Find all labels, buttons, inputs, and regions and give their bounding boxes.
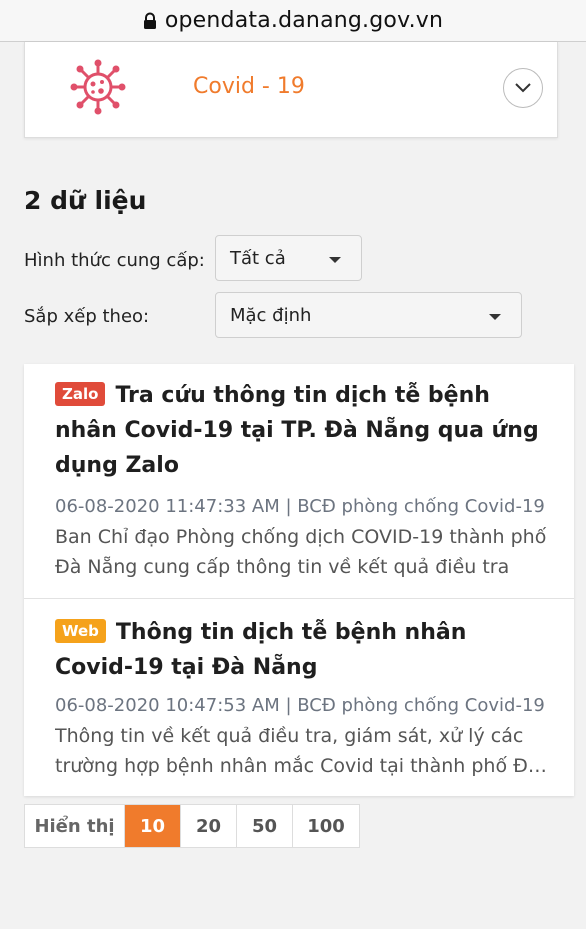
- dataset-item[interactable]: Web Thông tin dịch tễ bệnh nhân Covid-19 …: [24, 598, 574, 796]
- dataset-title-text: Tra cứu thông tin dịch tễ bệnh nhân Covi…: [55, 383, 539, 478]
- page-size-option-100[interactable]: 100: [293, 805, 359, 847]
- source-badge: Zalo: [55, 382, 106, 406]
- virus-icon: [70, 59, 126, 115]
- sort-filter-label: Sắp xếp theo:: [24, 306, 150, 327]
- dataset-description: Thông tin về kết quả điều tra, giám sát,…: [55, 725, 540, 777]
- lock-icon: [143, 12, 156, 29]
- sort-select-value: Mặc định: [230, 304, 312, 326]
- page-size-label: Hiển thị: [25, 805, 125, 847]
- dataset-item[interactable]: Zalo Tra cứu thông tin dịch tễ bệnh nhân …: [24, 364, 574, 598]
- chevron-down-icon: [515, 83, 531, 93]
- caret-down-icon: [329, 257, 341, 263]
- page-size-option-20[interactable]: 20: [181, 805, 237, 847]
- url-text: opendata.danang.gov.vn: [164, 8, 444, 33]
- caret-down-icon: [489, 314, 501, 320]
- topic-card[interactable]: Covid - 19: [24, 42, 558, 138]
- result-count: 2 dữ liệu: [24, 186, 147, 215]
- dataset-title[interactable]: Zalo Tra cứu thông tin dịch tễ bệnh nhân …: [55, 378, 550, 483]
- dataset-list: Zalo Tra cứu thông tin dịch tễ bệnh nhân …: [24, 364, 574, 796]
- dataset-title-text: Thông tin dịch tễ bệnh nhân Covid-19 tại…: [55, 620, 467, 680]
- provider-filter-label: Hình thức cung cấp:: [24, 250, 205, 271]
- provider-select-value: Tất cả: [230, 247, 286, 269]
- page-size-option-50[interactable]: 50: [237, 805, 293, 847]
- page-size-option-10[interactable]: 10: [125, 805, 181, 847]
- dataset-title[interactable]: Web Thông tin dịch tễ bệnh nhân Covid-19 …: [55, 615, 550, 685]
- dataset-description: Ban Chỉ đạo Phòng chống dịch COVID-19 th…: [55, 526, 547, 578]
- topic-title: Covid - 19: [193, 74, 305, 99]
- provider-select[interactable]: Tất cả: [215, 235, 362, 281]
- page-size-selector: Hiển thị 10 20 50 100: [24, 804, 360, 848]
- expand-toggle-button[interactable]: [503, 68, 543, 108]
- dataset-meta: 06-08-2020 11:47:33 AM | BCĐ phòng chống…: [55, 496, 545, 517]
- source-badge: Web: [55, 619, 106, 643]
- browser-url-bar[interactable]: opendata.danang.gov.vn: [0, 0, 586, 42]
- dataset-meta: 06-08-2020 10:47:53 AM | BCĐ phòng chống…: [55, 695, 545, 716]
- sort-select[interactable]: Mặc định: [215, 292, 522, 338]
